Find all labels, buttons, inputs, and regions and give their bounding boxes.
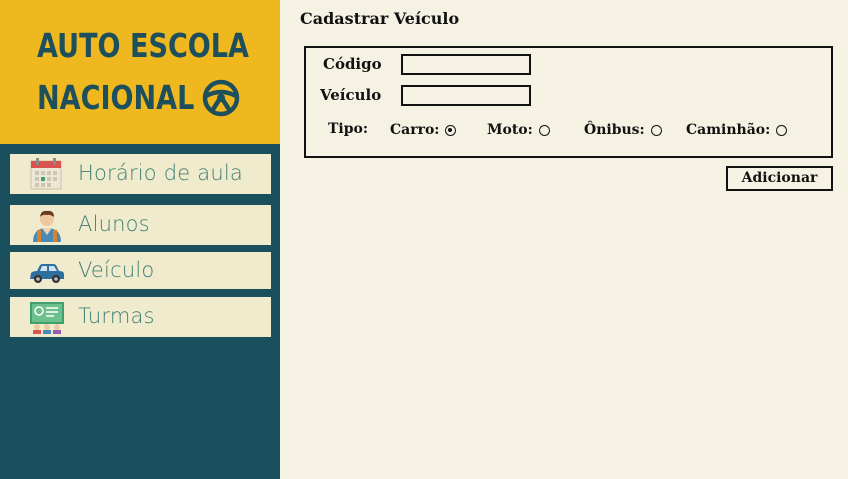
steering-wheel-icon bbox=[202, 79, 240, 117]
radio-carro[interactable] bbox=[445, 124, 457, 136]
add-button[interactable]: Adicionar bbox=[726, 166, 833, 191]
sidebar-item-label: Veículo bbox=[78, 258, 155, 282]
logo-line-2: NACIONAL bbox=[37, 78, 195, 117]
logo: AUTO ESCOLA NACIONAL bbox=[0, 0, 280, 144]
radio-onibus[interactable] bbox=[650, 124, 662, 136]
veiculo-input[interactable] bbox=[401, 85, 531, 106]
sidebar-item-veiculo[interactable]: Veículo bbox=[10, 252, 271, 289]
sidebar-item-alunos[interactable]: Alunos bbox=[10, 205, 271, 245]
radio-option-onibus[interactable]: Ônibus: bbox=[584, 122, 662, 138]
radio-label: Caminhão: bbox=[686, 122, 771, 138]
veiculo-label: Veículo bbox=[320, 86, 382, 104]
tipo-label: Tipo: bbox=[328, 121, 369, 137]
car-icon bbox=[30, 264, 64, 283]
radio-label: Ônibus: bbox=[584, 122, 645, 138]
radio-option-moto[interactable]: Moto: bbox=[487, 122, 550, 138]
vehicle-form bbox=[304, 46, 833, 158]
sidebar-item-label: Turmas bbox=[78, 304, 155, 328]
sidebar-item-turmas[interactable]: Turmas bbox=[10, 297, 271, 337]
codigo-input[interactable] bbox=[401, 54, 531, 75]
radio-caminhao[interactable] bbox=[776, 124, 788, 136]
codigo-label: Código bbox=[323, 55, 382, 73]
sidebar-item-label: Alunos bbox=[78, 212, 150, 236]
classroom-icon bbox=[30, 302, 64, 334]
calendar-icon bbox=[30, 158, 62, 190]
radio-option-carro[interactable]: Carro: bbox=[390, 122, 457, 138]
student-icon bbox=[33, 210, 61, 242]
radio-label: Carro: bbox=[390, 122, 440, 138]
sidebar-item-horario[interactable]: Horário de aula bbox=[10, 154, 271, 194]
radio-option-caminhao[interactable]: Caminhão: bbox=[686, 122, 788, 138]
radio-moto[interactable] bbox=[538, 124, 550, 136]
radio-label: Moto: bbox=[487, 122, 533, 138]
sidebar-item-label: Horário de aula bbox=[78, 161, 243, 185]
logo-line-1: AUTO ESCOLA bbox=[37, 26, 249, 65]
page-title: Cadastrar Veículo bbox=[300, 9, 460, 28]
sidebar: AUTO ESCOLA NACIONAL Horário de aula Alu… bbox=[0, 0, 280, 479]
